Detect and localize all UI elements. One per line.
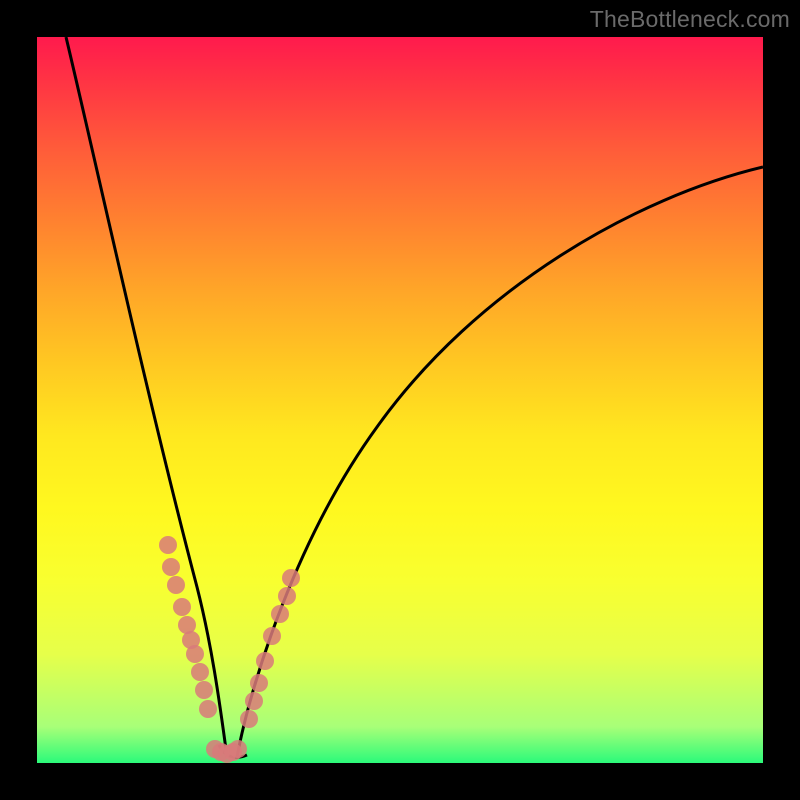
marker-dot (195, 681, 213, 699)
marker-dot (162, 558, 180, 576)
left-curve (66, 37, 227, 757)
marker-dot (263, 627, 281, 645)
marker-dot (159, 536, 177, 554)
marker-dot (278, 587, 296, 605)
marker-dot (191, 663, 209, 681)
marker-dot (240, 710, 258, 728)
marker-dot (282, 569, 300, 587)
chart-svg (37, 37, 763, 763)
marker-dot (167, 576, 185, 594)
marker-dot (229, 740, 247, 758)
marker-dot (186, 645, 204, 663)
marker-dot (245, 692, 263, 710)
marker-dot (173, 598, 191, 616)
marker-dot (199, 700, 217, 718)
marker-dot (256, 652, 274, 670)
marker-dot (250, 674, 268, 692)
watermark-text: TheBottleneck.com (590, 6, 790, 33)
marker-dot (271, 605, 289, 623)
right-curve (237, 167, 763, 757)
chart-frame (37, 37, 763, 763)
